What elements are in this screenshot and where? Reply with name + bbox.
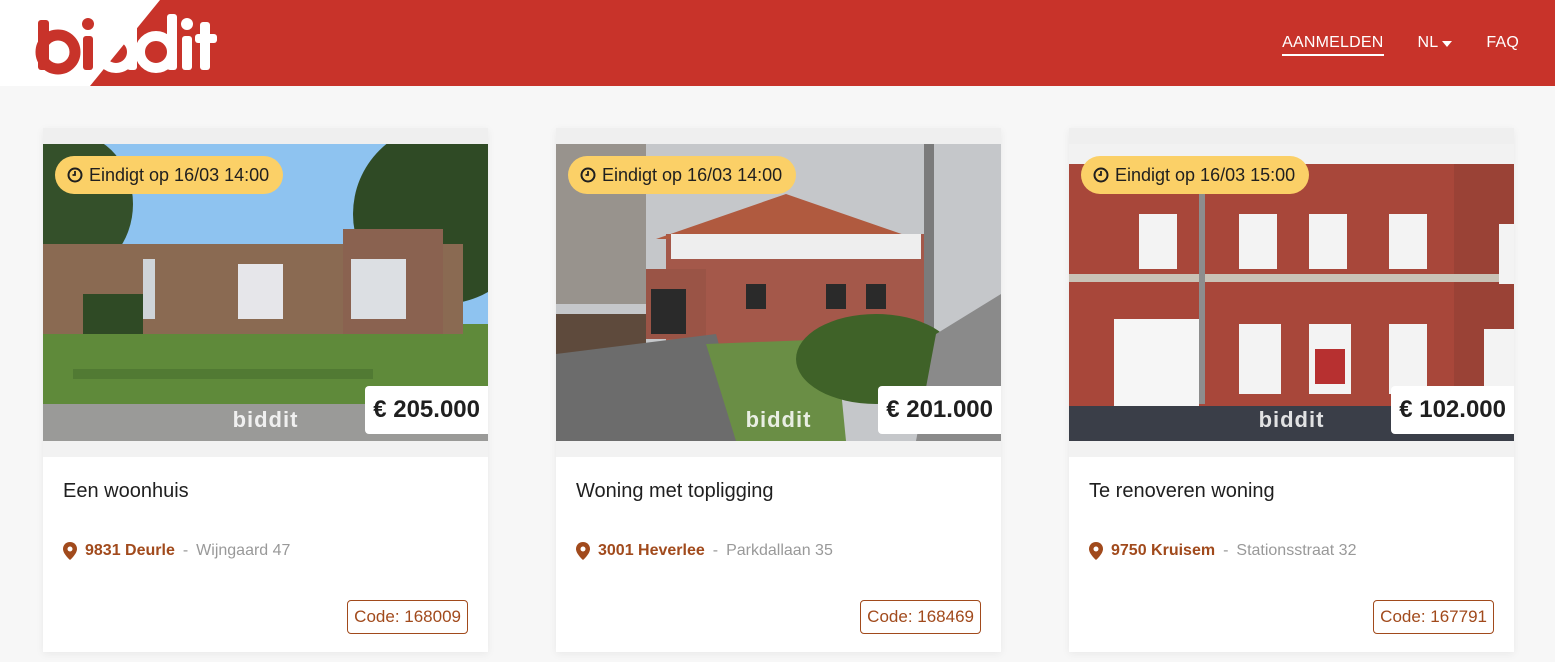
biddit-logo-icon — [35, 0, 230, 86]
end-date-badge: Eindigt op 16/03 15:00 — [1081, 156, 1310, 194]
listing-location: 9750 Kruisem - Stationsstraat 32 — [1089, 542, 1356, 560]
logo[interactable] — [0, 0, 230, 86]
listing-title[interactable]: Te renoveren woning — [1089, 480, 1275, 503]
location-pin-icon — [1089, 542, 1103, 560]
end-date-badge: Eindigt op 16/03 14:00 — [568, 156, 797, 194]
listing-card[interactable]: Eindigt op 16/03 14:00 € 201.000 biddit … — [556, 128, 1001, 652]
card-top-strip — [1069, 128, 1514, 144]
photo-watermark: biddit — [232, 407, 299, 432]
language-label: NL — [1417, 34, 1439, 51]
listing-card[interactable]: Eindigt op 16/03 14:00 € 205.000 biddit … — [43, 128, 488, 652]
listing-code: Code: 168009 — [347, 600, 468, 634]
price-tag: € 201.000 — [878, 386, 1001, 434]
location-separator: - — [182, 542, 189, 559]
end-date-text: Eindigt op 16/03 14:00 — [602, 164, 783, 185]
listing-code: Code: 168469 — [860, 600, 981, 634]
listing-location: 9831 Deurle - Wijngaard 47 — [63, 542, 290, 560]
location-city: 3001 Heverlee — [598, 542, 705, 559]
card-divider — [43, 441, 488, 457]
listing-photo[interactable]: Eindigt op 16/03 14:00 € 201.000 biddit — [556, 144, 1001, 441]
listing-title[interactable]: Woning met topligging — [576, 480, 774, 503]
location-pin-icon — [576, 542, 590, 560]
price-tag: € 102.000 — [1391, 386, 1514, 434]
price-tag: € 205.000 — [365, 386, 488, 434]
end-date-text: Eindigt op 16/03 14:00 — [89, 164, 270, 185]
photo-watermark: biddit — [745, 407, 812, 432]
card-top-strip — [43, 128, 488, 144]
main-nav: AANMELDEN NL FAQ — [1282, 0, 1519, 86]
location-separator: - — [712, 542, 719, 559]
clock-icon — [67, 167, 83, 183]
language-dropdown[interactable]: NL — [1418, 34, 1453, 52]
location-city: 9750 Kruisem — [1111, 542, 1216, 559]
location-street: Parkdallaan 35 — [726, 542, 833, 559]
listing-code: Code: 167791 — [1373, 600, 1494, 634]
location-separator: - — [1223, 542, 1229, 559]
listing-location: 3001 Heverlee - Parkdallaan 35 — [576, 542, 833, 560]
location-street: Stationsstraat 32 — [1236, 542, 1357, 559]
card-divider — [556, 441, 1001, 457]
location-street: Wijngaard 47 — [196, 542, 291, 559]
listing-photo[interactable]: Eindigt op 16/03 14:00 € 205.000 biddit — [43, 144, 488, 441]
location-city: 9831 Deurle — [85, 542, 175, 559]
card-top-strip — [556, 128, 1001, 144]
caret-down-icon — [1442, 41, 1453, 47]
clock-icon — [1093, 167, 1109, 183]
top-bar: AANMELDEN NL FAQ — [0, 0, 1555, 86]
login-link[interactable]: AANMELDEN — [1282, 30, 1384, 56]
clock-icon — [580, 167, 596, 183]
listing-card[interactable]: Eindigt op 16/03 15:00 € 102.000 biddit … — [1069, 128, 1514, 652]
listing-photo[interactable]: Eindigt op 16/03 15:00 € 102.000 biddit — [1069, 144, 1514, 441]
photo-watermark: biddit — [1258, 407, 1325, 432]
faq-link[interactable]: FAQ — [1486, 34, 1519, 52]
end-date-text: Eindigt op 16/03 15:00 — [1115, 164, 1296, 185]
listing-title[interactable]: Een woonhuis — [63, 480, 189, 503]
card-divider — [1069, 441, 1514, 457]
end-date-badge: Eindigt op 16/03 14:00 — [55, 156, 284, 194]
location-pin-icon — [63, 542, 77, 560]
